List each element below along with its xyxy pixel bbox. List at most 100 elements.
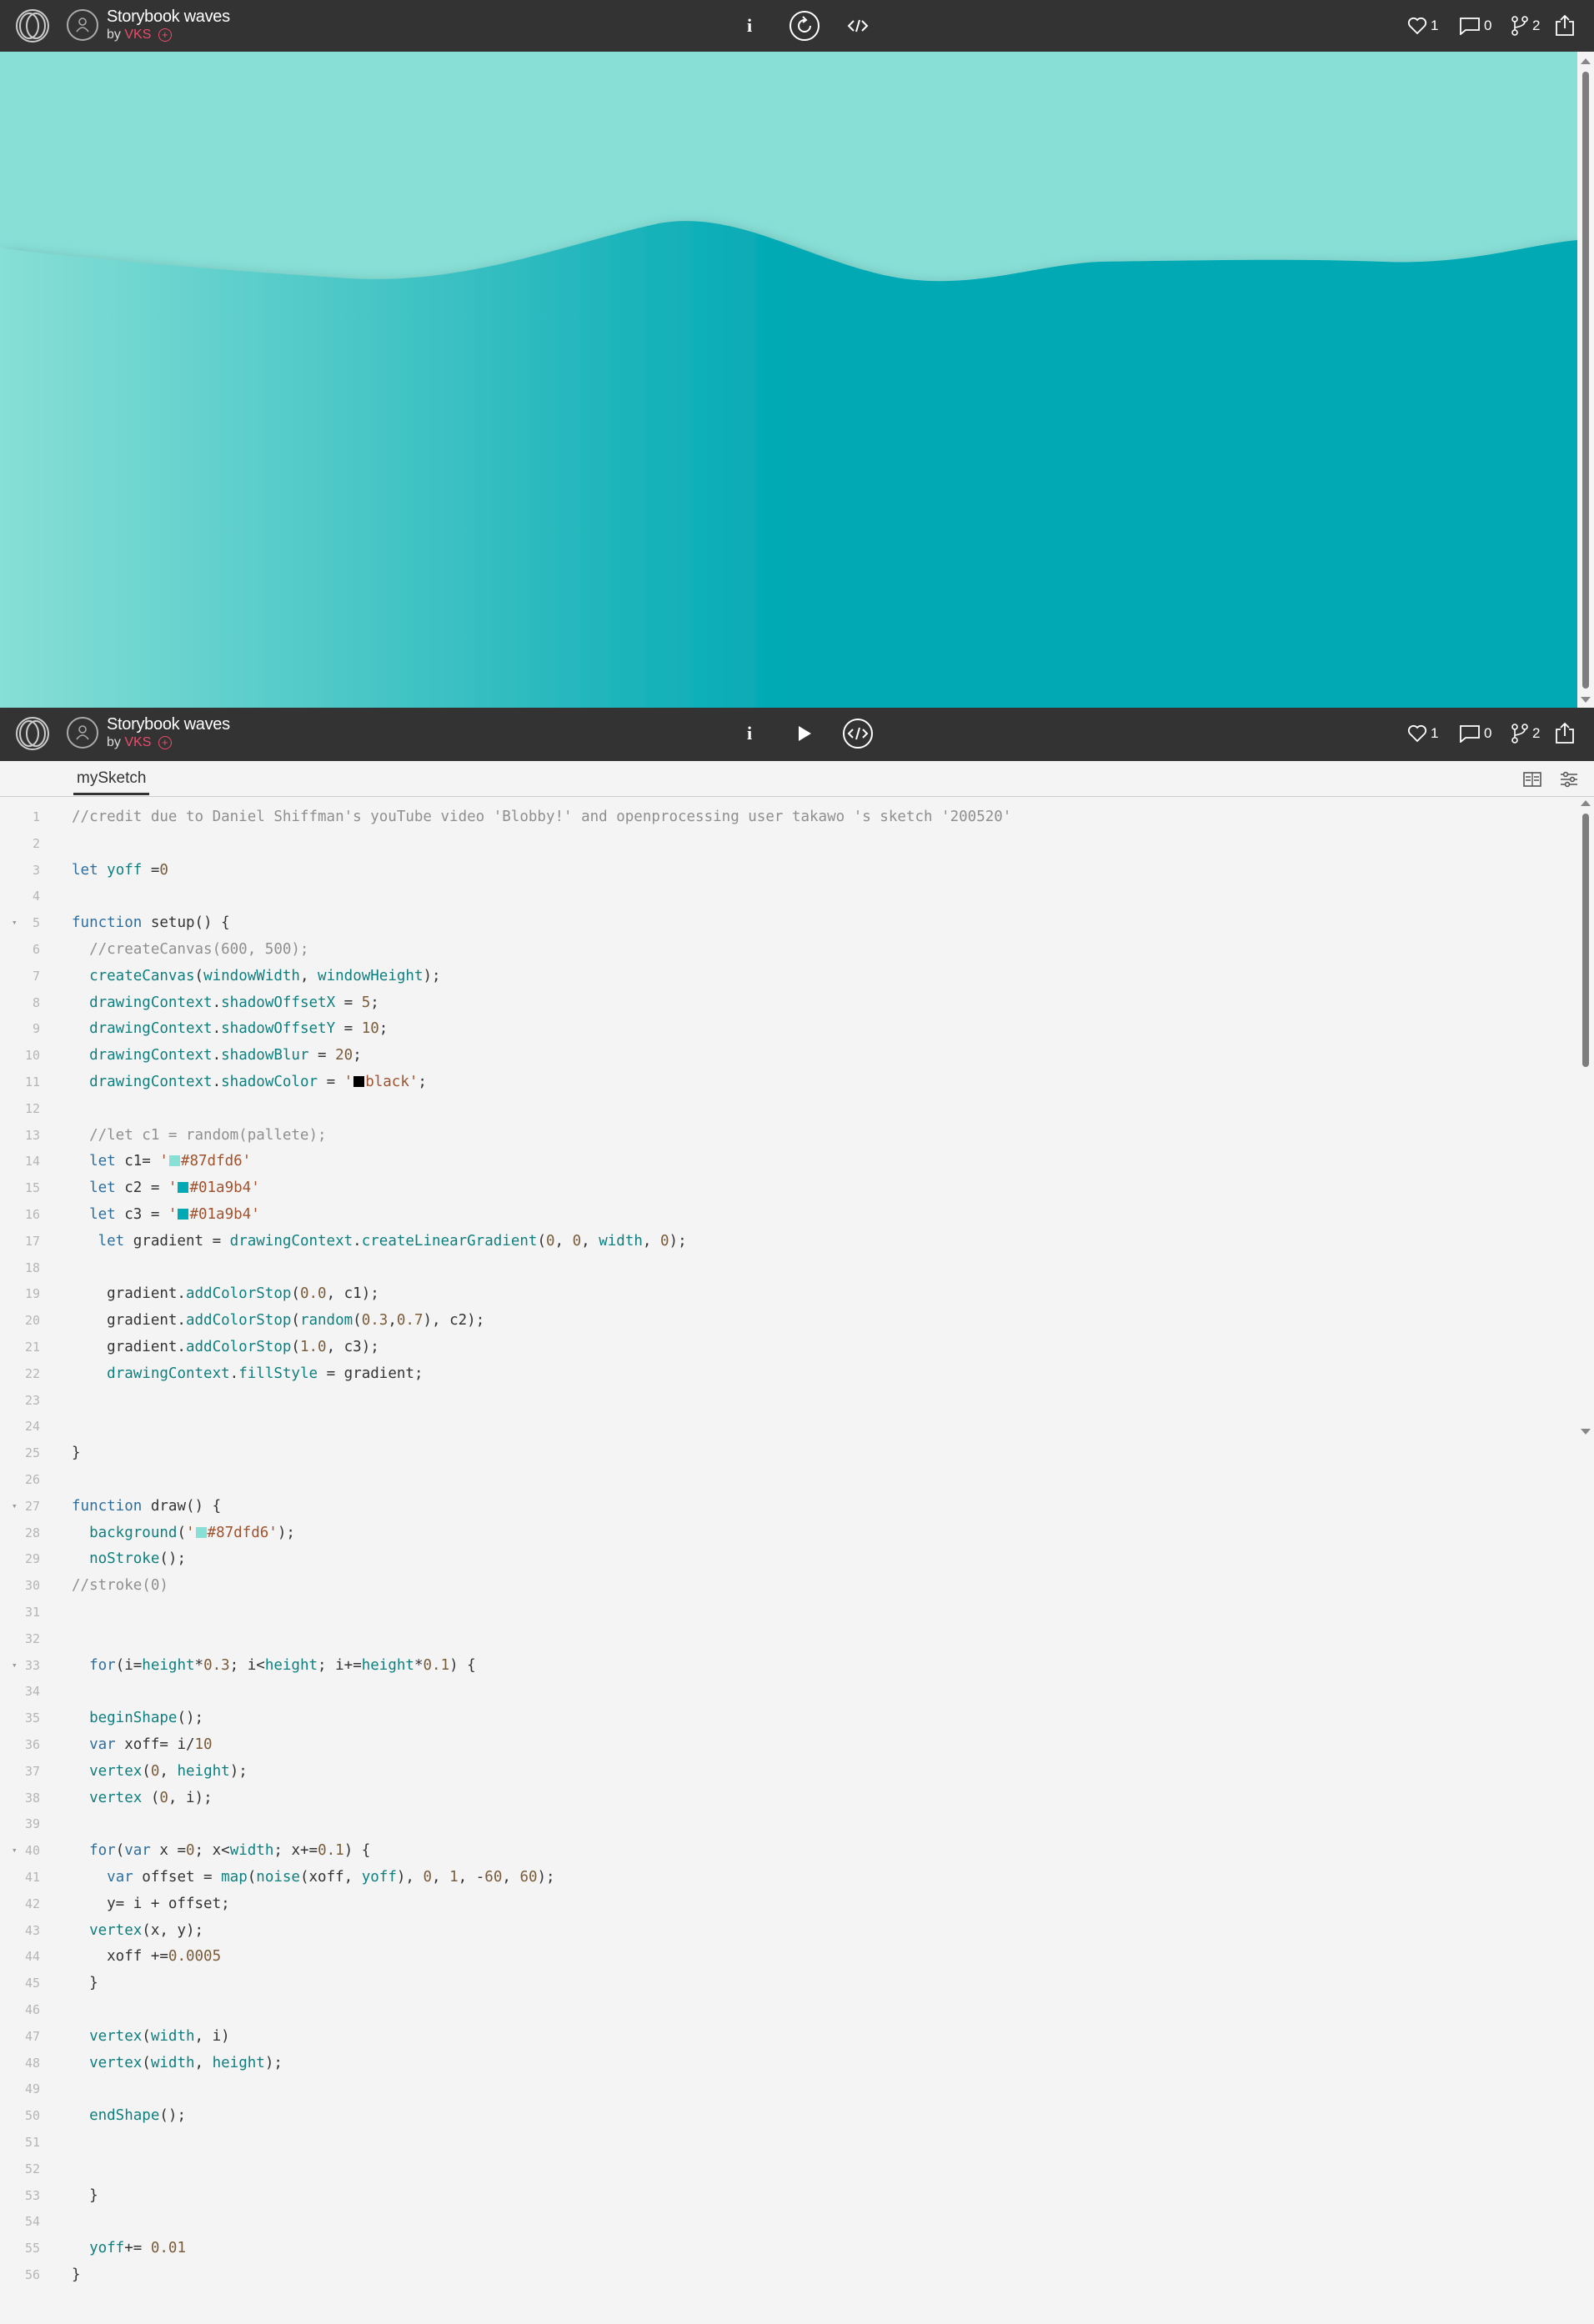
code-line[interactable]: 35 beginShape(); (0, 1705, 1576, 1731)
code-line[interactable]: 7 createCanvas(windowWidth, windowHeight… (0, 963, 1576, 989)
code-line[interactable]: 44 xoff +=0.0005 (0, 1943, 1576, 1970)
code-line[interactable]: 50 endShape(); (0, 2102, 1576, 2129)
openprocessing-logo-icon[interactable] (15, 8, 50, 43)
code-line[interactable]: 26 (0, 1466, 1576, 1493)
code-line[interactable]: 41 var offset = map(noise(xoff, yoff), 0… (0, 1864, 1576, 1891)
like-button[interactable]: 1 (1407, 15, 1438, 37)
avatar[interactable] (67, 717, 98, 749)
code-line[interactable]: 34 (0, 1678, 1576, 1705)
code-line[interactable]: 29 noStroke(); (0, 1545, 1576, 1572)
code-line[interactable]: 38 vertex (0, i); (0, 1785, 1576, 1811)
code-line[interactable]: 55 yoff+= 0.01 (0, 2235, 1576, 2261)
code-line[interactable]: 45 } (0, 1970, 1576, 1996)
code-line[interactable]: 47 vertex(width, i) (0, 2023, 1576, 2050)
code-line[interactable]: 6 //createCanvas(600, 500); (0, 936, 1576, 963)
code-line[interactable]: 27 ▾ function draw() { (0, 1493, 1576, 1520)
follow-plus-icon[interactable]: + (158, 735, 172, 749)
code-line[interactable]: 32 (0, 1625, 1576, 1652)
share-button[interactable] (1554, 723, 1576, 744)
code-line[interactable]: 23 (0, 1387, 1576, 1414)
sketch-title[interactable]: Storybook waves (107, 8, 230, 27)
code-line[interactable]: 28 background(' #87dfd6'); (0, 1520, 1576, 1546)
code-line[interactable]: 20 gradient.addColorStop(random(0.3,0.7)… (0, 1307, 1576, 1334)
sketch-title[interactable]: Storybook waves (107, 715, 230, 734)
follow-plus-icon[interactable]: + (158, 28, 172, 42)
fork-button[interactable]: 2 (1511, 723, 1540, 744)
tab-mysketch[interactable]: mySketch (73, 769, 150, 795)
fork-button[interactable]: 2 (1511, 15, 1540, 37)
comment-button[interactable]: 0 (1459, 723, 1491, 744)
scroll-up-arrow-icon[interactable] (1581, 800, 1591, 806)
code-line[interactable]: 8 drawingContext.shadowOffsetX = 5; (0, 989, 1576, 1016)
code-line[interactable]: 42 y= i + offset; (0, 1891, 1576, 1917)
layout-toggle-icon[interactable] (1522, 769, 1542, 789)
code-line[interactable]: 4 (0, 883, 1576, 909)
author-link[interactable]: VKS (124, 28, 151, 42)
code-line[interactable]: 33 ▾ for(i=height*0.3; i<height; i+=heigh… (0, 1652, 1576, 1679)
code-line[interactable]: 13 //let c1 = random(pallete); (0, 1122, 1576, 1149)
canvas-scrollbar-thumb[interactable] (1582, 72, 1589, 689)
comment-button[interactable]: 0 (1459, 15, 1491, 37)
code-line[interactable]: 46 (0, 1996, 1576, 2023)
restart-button[interactable] (787, 8, 822, 43)
code-line[interactable]: 31 (0, 1599, 1576, 1625)
code-line[interactable]: 36 var xoff= i/10 (0, 1731, 1576, 1758)
code-line[interactable]: 16 let c3 = ' #01a9b4' (0, 1201, 1576, 1228)
code-line[interactable]: 22 drawingContext.fillStyle = gradient; (0, 1360, 1576, 1387)
code-toggle-button[interactable] (840, 716, 875, 751)
openprocessing-logo-icon[interactable] (15, 716, 50, 751)
code-line[interactable]: 40 ▾ for(var x =0; x<width; x+=0.1) { (0, 1837, 1576, 1864)
code-line[interactable]: 19 gradient.addColorStop(0.0, c1); (0, 1280, 1576, 1307)
code-line[interactable]: 56} (0, 2261, 1576, 2288)
settings-sliders-icon[interactable] (1559, 769, 1579, 789)
code-line[interactable]: 10 drawingContext.shadowBlur = 20; (0, 1042, 1576, 1069)
fold-arrow-icon[interactable]: ▾ (12, 1837, 18, 1864)
share-button[interactable] (1554, 15, 1576, 37)
code-line[interactable]: 1 //credit due to Daniel Shiffman's youTu… (0, 804, 1576, 830)
code-line[interactable]: 11 drawingContext.shadowColor = ' black'; (0, 1069, 1576, 1095)
canvas-scrollbar[interactable] (1577, 52, 1594, 708)
code-line[interactable]: 2 (0, 830, 1576, 857)
code-editor[interactable]: 1 //credit due to Daniel Shiffman's youTu… (0, 797, 1577, 2324)
code-line[interactable]: 18 (0, 1255, 1576, 1281)
code-line[interactable]: 49 (0, 2076, 1576, 2102)
code-line[interactable]: 43 vertex(x, y); (0, 1917, 1576, 1944)
code-line[interactable]: 5 ▾ function setup() { (0, 909, 1576, 936)
code-line[interactable]: 53 } (0, 2182, 1576, 2209)
code-line[interactable]: 37 vertex(0, height); (0, 1758, 1576, 1785)
code-line[interactable]: 12 (0, 1095, 1576, 1122)
code-line[interactable]: 30 //stroke(0) (0, 1572, 1576, 1599)
code-line[interactable]: 21 gradient.addColorStop(1.0, c3); (0, 1334, 1576, 1360)
author-link[interactable]: VKS (124, 735, 151, 749)
code-line[interactable]: 52 (0, 2156, 1576, 2182)
code-text: for(i=height*0.3; i<height; i+=height*0.… (89, 1656, 476, 1674)
info-button[interactable]: i (739, 8, 760, 43)
info-button[interactable]: i (739, 716, 760, 751)
sketch-canvas[interactable] (0, 52, 1577, 708)
code-line[interactable]: 14 let c1= ' #87dfd6' (0, 1148, 1576, 1175)
editor-scrollbar[interactable] (1577, 797, 1594, 1439)
fold-arrow-icon[interactable]: ▾ (12, 1493, 18, 1520)
fold-arrow-icon[interactable]: ▾ (12, 1652, 18, 1679)
code-text: let gradient = drawingContext.createLine… (98, 1232, 687, 1250)
avatar[interactable] (67, 9, 98, 41)
like-button[interactable]: 1 (1407, 723, 1438, 744)
code-line[interactable]: 9 drawingContext.shadowOffsetY = 10; (0, 1015, 1576, 1042)
code-line[interactable]: 24 (0, 1413, 1576, 1440)
code-line[interactable]: 15 let c2 = ' #01a9b4' (0, 1175, 1576, 1201)
code-line[interactable]: 25} (0, 1440, 1576, 1466)
play-button[interactable] (787, 716, 822, 751)
code-line[interactable]: 17 let gradient = drawingContext.createL… (0, 1228, 1576, 1255)
code-line[interactable]: 51 (0, 2129, 1576, 2156)
code-line[interactable]: 54 (0, 2208, 1576, 2235)
code-toggle-button[interactable] (840, 8, 875, 43)
code-line[interactable]: 3 let yoff =0 (0, 857, 1576, 884)
scroll-down-arrow-icon[interactable] (1581, 697, 1591, 703)
code-text: } (72, 2186, 98, 2204)
code-line[interactable]: 48 vertex(width, height); (0, 2050, 1576, 2076)
code-line[interactable]: 39 (0, 1811, 1576, 1837)
fold-arrow-icon[interactable]: ▾ (12, 909, 18, 936)
scroll-up-arrow-icon[interactable] (1581, 58, 1591, 64)
scroll-down-arrow-icon[interactable] (1581, 1429, 1591, 1435)
editor-scrollbar-thumb[interactable] (1582, 814, 1589, 1067)
